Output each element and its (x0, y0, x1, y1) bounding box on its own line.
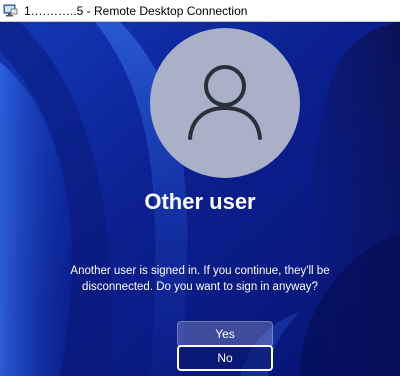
sign-in-warning-message: Another user is signed in. If you contin… (70, 265, 330, 293)
user-avatar (150, 28, 300, 178)
window-title: 1….……..5 - Remote Desktop Connection (24, 3, 248, 18)
lock-screen: Other user Another user is signed in. If… (0, 22, 400, 376)
yes-button[interactable]: Yes (177, 321, 273, 347)
no-button[interactable]: No (177, 345, 273, 371)
title-bar[interactable]: 1….……..5 - Remote Desktop Connection (0, 0, 400, 22)
remote-desktop-icon (3, 3, 18, 18)
remote-desktop-window: 1….……..5 - Remote Desktop Connection Oth… (0, 0, 400, 376)
user-name: Other user (144, 189, 256, 214)
user-silhouette-icon (180, 56, 270, 151)
